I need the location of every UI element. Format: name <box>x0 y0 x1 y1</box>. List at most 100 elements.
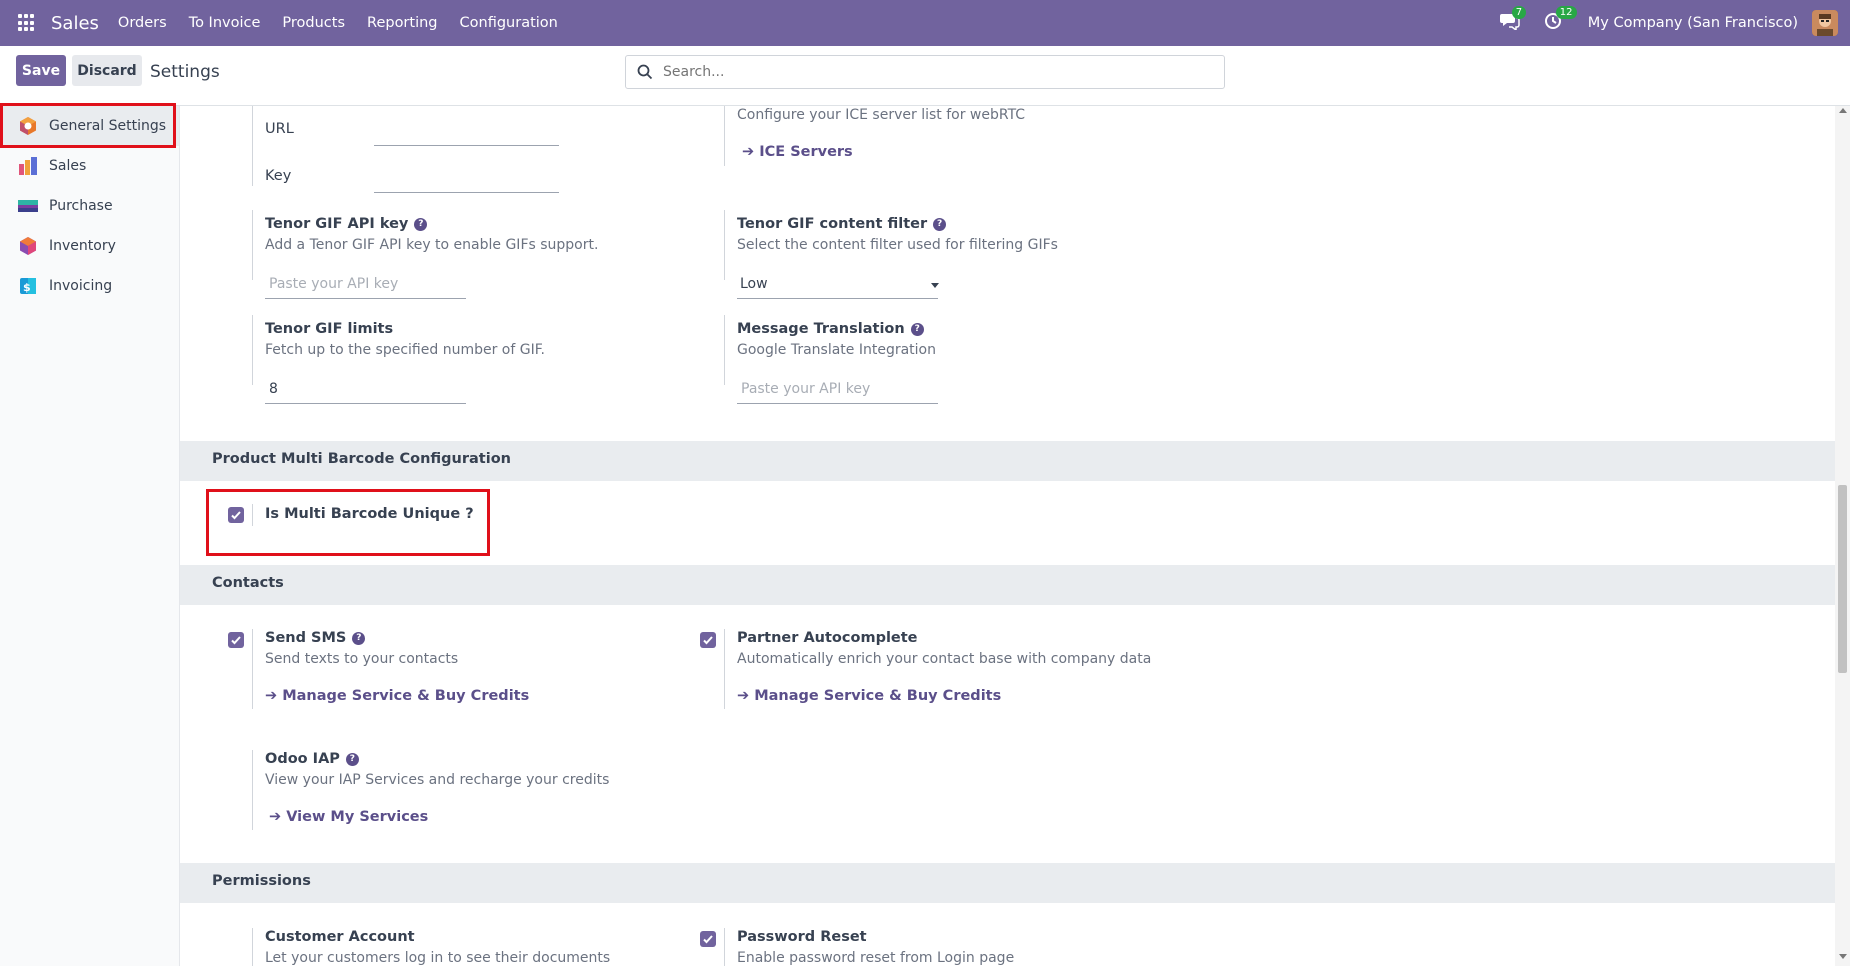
tenor-api-key-input[interactable]: Paste your API key <box>269 276 398 292</box>
help-icon[interactable]: ? <box>345 752 359 766</box>
tenor-api-key-title: Tenor GIF API key? <box>265 216 428 232</box>
sidebar-item-label: Invoicing <box>49 278 113 294</box>
ice-servers-link[interactable]: ➔ ICE Servers <box>742 144 853 160</box>
settings-sidebar: General Settings Sales Purchase Inventor… <box>0 106 180 966</box>
send-sms-title-text: Send SMS <box>265 630 347 646</box>
tenor-limits-title: Tenor GIF limits <box>265 321 394 337</box>
partner-autocomplete-link-label: Manage Service & Buy Credits <box>754 688 1002 704</box>
scroll-up-icon[interactable] <box>1839 108 1847 113</box>
search-input[interactable] <box>663 64 1203 80</box>
tenor-filter-title: Tenor GIF content filter? <box>737 216 947 232</box>
sidebar-item-inventory[interactable]: Inventory <box>0 226 179 266</box>
odoo-iap-title-text: Odoo IAP <box>265 751 340 767</box>
page-title: Settings <box>150 62 220 82</box>
activities-badge: 12 <box>1555 6 1577 19</box>
translation-underline <box>737 403 938 404</box>
help-icon[interactable]: ? <box>910 322 924 336</box>
scrollbar-thumb[interactable] <box>1838 485 1847 673</box>
control-panel: Save Discard Settings <box>0 46 1850 106</box>
menu-reporting[interactable]: Reporting <box>367 15 438 31</box>
divider <box>252 210 253 280</box>
user-avatar[interactable] <box>1812 10 1838 36</box>
sidebar-item-label: Purchase <box>49 198 113 214</box>
url-input[interactable] <box>374 145 559 146</box>
menu-to-invoice[interactable]: To Invoice <box>189 15 261 31</box>
tenor-api-key-description: Add a Tenor GIF API key to enable GIFs s… <box>265 237 599 253</box>
translation-api-key-input[interactable]: Paste your API key <box>741 381 870 397</box>
odoo-iap-description: View your IAP Services and recharge your… <box>265 772 610 788</box>
section-title: Contacts <box>212 575 284 591</box>
company-switcher[interactable]: My Company (San Francisco) <box>1588 15 1798 31</box>
send-sms-link[interactable]: ➔ Manage Service & Buy Credits <box>265 688 529 704</box>
menu-configuration[interactable]: Configuration <box>460 15 558 31</box>
ice-servers-link-label: ICE Servers <box>759 144 853 160</box>
clock-icon[interactable]: 12 <box>1544 6 1577 34</box>
key-input[interactable] <box>374 192 559 193</box>
help-icon[interactable]: ? <box>352 631 366 645</box>
customer-account-description: Let your customers log in to see their d… <box>265 950 611 966</box>
apps-grid-icon[interactable] <box>18 14 36 32</box>
divider <box>252 928 253 966</box>
purchase-icon <box>18 200 38 212</box>
section-header-contacts: Contacts <box>180 565 1835 605</box>
tenor-limits-description: Fetch up to the specified number of GIF. <box>265 342 545 358</box>
password-reset-checkbox[interactable] <box>700 931 716 947</box>
translation-title: Message Translation? <box>737 321 924 337</box>
divider <box>252 106 253 186</box>
sidebar-item-sales[interactable]: Sales <box>0 146 179 186</box>
partner-autocomplete-link[interactable]: ➔ Manage Service & Buy Credits <box>737 688 1001 704</box>
tenor-filter-select[interactable]: Low <box>740 276 768 292</box>
invoicing-icon: $ <box>20 278 36 294</box>
highlight-multi-barcode <box>206 489 490 556</box>
svg-text:$: $ <box>23 281 31 294</box>
section-header-barcode: Product Multi Barcode Configuration <box>180 441 1835 481</box>
divider <box>724 629 725 709</box>
odoo-iap-title: Odoo IAP? <box>265 751 359 767</box>
send-sms-checkbox[interactable] <box>228 632 244 648</box>
discard-button[interactable]: Discard <box>72 55 142 86</box>
top-navbar: Sales Orders To Invoice Products Reporti… <box>0 0 1850 46</box>
tenor-limits-input[interactable]: 8 <box>269 381 278 397</box>
section-title: Permissions <box>212 873 311 889</box>
sidebar-item-purchase[interactable]: Purchase <box>0 186 179 226</box>
sidebar-item-label: Sales <box>49 158 87 174</box>
help-icon[interactable]: ? <box>933 217 947 231</box>
divider <box>252 315 253 385</box>
help-icon[interactable]: ? <box>414 217 428 231</box>
menu-products[interactable]: Products <box>282 15 345 31</box>
translation-description: Google Translate Integration <box>737 342 936 358</box>
partner-autocomplete-description: Automatically enrich your contact base w… <box>737 651 1152 667</box>
section-title: Product Multi Barcode Configuration <box>212 451 511 467</box>
odoo-iap-link[interactable]: ➔ View My Services <box>269 809 428 825</box>
send-sms-link-label: Manage Service & Buy Credits <box>282 688 530 704</box>
sidebar-item-label: Inventory <box>49 238 116 254</box>
send-sms-title: Send SMS? <box>265 630 366 646</box>
tenor-filter-description: Select the content filter used for filte… <box>737 237 1058 253</box>
save-button[interactable]: Save <box>16 55 66 86</box>
divider <box>724 210 725 280</box>
tenor-limits-underline <box>265 403 466 404</box>
send-sms-description: Send texts to your contacts <box>265 651 459 667</box>
section-header-permissions: Permissions <box>180 863 1835 903</box>
translation-title-text: Message Translation <box>737 321 905 337</box>
highlight-general-settings <box>0 103 176 148</box>
menu-orders[interactable]: Orders <box>118 15 167 31</box>
partner-autocomplete-title: Partner Autocomplete <box>737 630 918 646</box>
password-reset-description: Enable password reset from Login page <box>737 950 1015 966</box>
tenor-filter-underline <box>737 298 938 299</box>
sidebar-item-invoicing[interactable]: $ Invoicing <box>0 266 179 306</box>
tenor-api-key-underline <box>265 298 466 299</box>
chevron-down-icon[interactable] <box>931 283 939 288</box>
tenor-api-key-title-text: Tenor GIF API key <box>265 216 409 232</box>
search-box[interactable] <box>625 55 1225 89</box>
partner-autocomplete-checkbox[interactable] <box>700 632 716 648</box>
password-reset-title: Password Reset <box>737 929 867 945</box>
odoo-iap-link-label: View My Services <box>286 809 429 825</box>
chat-bubbles-icon[interactable]: 7 <box>1499 6 1527 34</box>
scroll-down-icon[interactable] <box>1839 954 1847 959</box>
divider <box>724 928 725 966</box>
divider <box>724 106 725 166</box>
app-name[interactable]: Sales <box>51 13 99 34</box>
divider <box>252 629 253 709</box>
customer-account-title: Customer Account <box>265 929 415 945</box>
